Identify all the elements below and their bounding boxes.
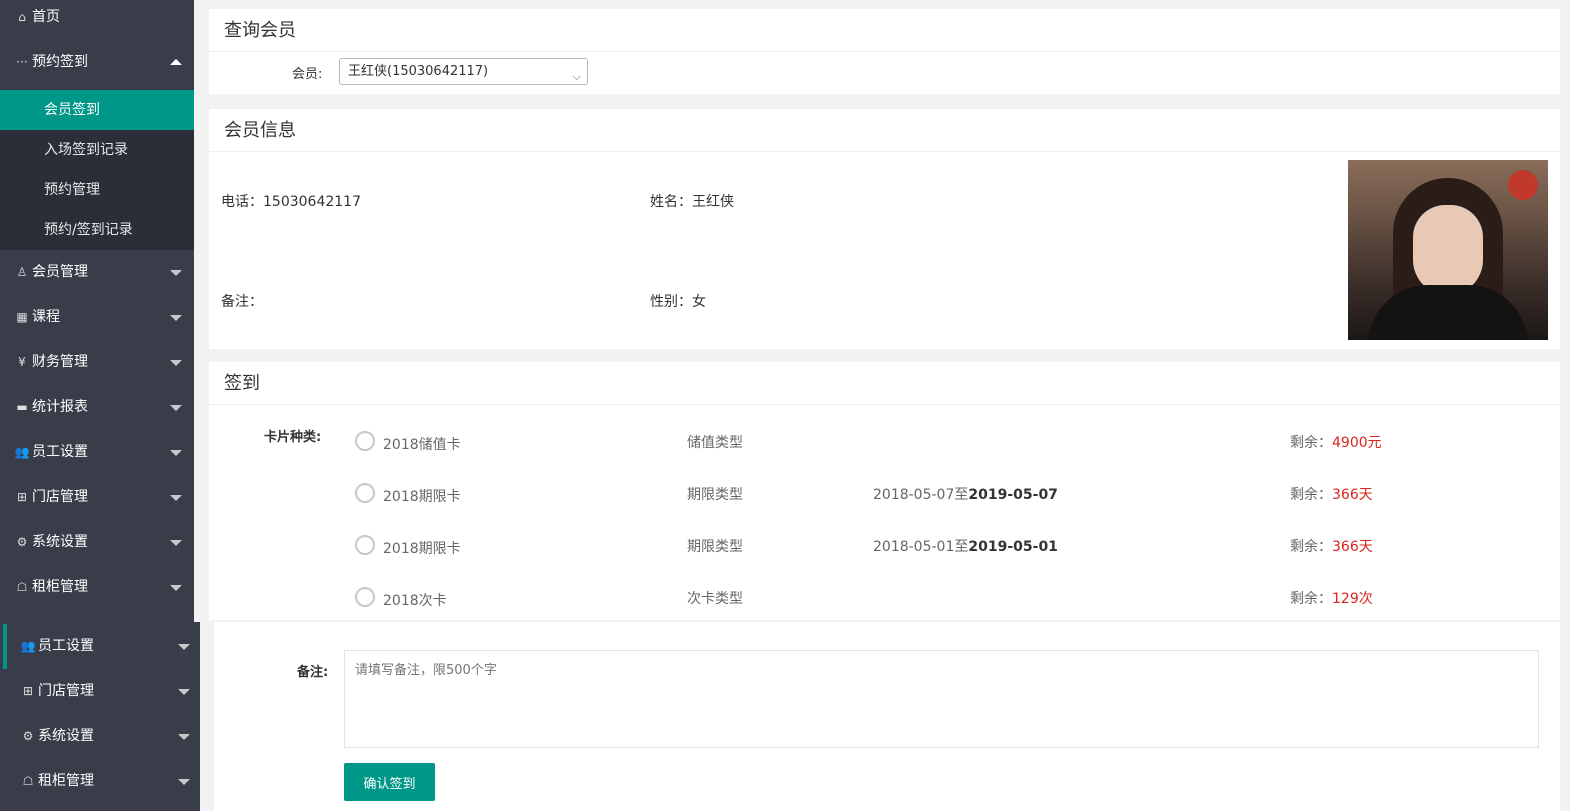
locker-icon: ☖ bbox=[16, 580, 28, 594]
chevron-down-icon bbox=[170, 315, 182, 321]
remark-textarea[interactable] bbox=[344, 650, 1539, 748]
member-phone: 电话：15030642117 bbox=[221, 194, 361, 210]
photo-lantern bbox=[1508, 170, 1538, 200]
member-select[interactable]: 王红侠(15030642117) ⌵ bbox=[339, 58, 588, 85]
sidebar-item-lockers[interactable]: ☖ 租柜管理 bbox=[0, 759, 200, 804]
card-row[interactable]: 2018期限卡 期限类型 2018-05-07至2019-05-07 剩余：36… bbox=[209, 414, 1560, 505]
sidebar-item-member-checkin[interactable]: 会员签到 bbox=[0, 90, 194, 130]
sidebar-item-booking-records[interactable]: 预约/签到记录 bbox=[0, 210, 194, 250]
card-row[interactable]: 2018储值卡 储值类型 剩余：4900元 bbox=[209, 362, 1560, 453]
yen-icon: ¥ bbox=[18, 355, 26, 369]
member-name: 姓名：王红侠 bbox=[650, 194, 734, 210]
chevron-down-icon bbox=[170, 360, 182, 366]
panel-title: 查询会员 bbox=[209, 9, 1560, 52]
sidebar-item-label: 租柜管理 bbox=[38, 773, 94, 789]
active-indicator bbox=[3, 624, 7, 669]
chevron-down-icon bbox=[178, 779, 190, 785]
chevron-down-icon: ⌵ bbox=[572, 70, 581, 83]
chevron-down-icon bbox=[170, 450, 182, 456]
home-icon: ⌂ bbox=[18, 10, 26, 24]
staff-icon: 👥 bbox=[20, 639, 36, 653]
staff-icon: 👥 bbox=[14, 445, 30, 459]
sidebar-item-label: 系统设置 bbox=[38, 728, 94, 744]
sidebar-item-label: 课程 bbox=[32, 309, 60, 325]
sidebar-submenu: 会员签到 入场签到记录 预约管理 预约/签到记录 bbox=[0, 90, 194, 250]
sidebar-item-reports[interactable]: ▬ 统计报表 bbox=[0, 385, 194, 430]
card-row[interactable]: 2018次卡 次卡类型 剩余：129次 bbox=[209, 518, 1560, 609]
user-icon: ♙ bbox=[16, 265, 28, 279]
card-name: 2018次卡 bbox=[383, 593, 447, 609]
chevron-up-icon bbox=[170, 59, 182, 65]
sidebar-item-label: 预约签到 bbox=[32, 54, 88, 70]
card-remain: 剩余：129次 bbox=[1290, 588, 1373, 608]
chevron-down-icon bbox=[170, 405, 182, 411]
panel-title: 会员信息 bbox=[209, 109, 1560, 152]
chevron-down-icon bbox=[170, 585, 182, 591]
member-remark: 备注： bbox=[221, 294, 263, 310]
chevron-down-icon bbox=[178, 644, 190, 650]
member-photo bbox=[1348, 160, 1548, 340]
sidebar-item-home[interactable]: ⌂ 首页 bbox=[0, 0, 194, 34]
remain-value: 129次 bbox=[1332, 591, 1373, 607]
member-info-panel: 会员信息 电话：15030642117 姓名：王红侠 备注： 性别：女 bbox=[209, 109, 1560, 349]
sidebar-item-staff[interactable]: 👥 员工设置 bbox=[0, 430, 194, 475]
photo-body bbox=[1368, 285, 1528, 340]
chevron-down-icon bbox=[170, 495, 182, 501]
store-icon: ⊞ bbox=[16, 490, 28, 504]
sidebar-item-lockers[interactable]: ☖ 租柜管理 bbox=[0, 565, 194, 610]
sidebar-item-booking[interactable]: 预约管理 bbox=[0, 170, 194, 210]
sidebar-item-stores[interactable]: ⊞ 门店管理 bbox=[0, 475, 194, 520]
sidebar: ⌂ 首页 ··· 预约签到 会员签到 入场签到记录 预约管理 预约/签到记录 ♙ 会员… bbox=[0, 0, 194, 622]
sidebar-item-label: 员工设置 bbox=[38, 638, 94, 654]
sidebar-item-label: 首页 bbox=[32, 9, 60, 25]
sidebar-item-label: 门店管理 bbox=[38, 683, 94, 699]
sidebar-item-label: 门店管理 bbox=[32, 489, 88, 505]
sidebar-item-finance[interactable]: ¥ 财务管理 bbox=[0, 340, 194, 385]
member-select-value: 王红侠(15030642117) bbox=[348, 64, 489, 79]
member-label: 会员: bbox=[292, 67, 323, 82]
photo-face bbox=[1413, 205, 1483, 295]
card-radio[interactable] bbox=[355, 587, 375, 607]
sidebar-item-label: 财务管理 bbox=[32, 354, 88, 370]
grid-icon: ▦ bbox=[16, 310, 28, 324]
sidebar-item-label: 统计报表 bbox=[32, 399, 88, 415]
sidebar-item-label: 员工设置 bbox=[32, 444, 88, 460]
more-icon: ··· bbox=[16, 55, 28, 69]
sidebar-item-members[interactable]: ♙ 会员管理 bbox=[0, 250, 194, 295]
chevron-down-icon bbox=[170, 540, 182, 546]
gear-icon: ⚙ bbox=[22, 729, 34, 743]
sidebar-group-checkin[interactable]: ··· 预约签到 bbox=[0, 34, 194, 90]
sidebar-item-label: 租柜管理 bbox=[32, 579, 88, 595]
sidebar-item-staff[interactable]: 👥 员工设置 bbox=[0, 624, 200, 669]
remain-label: 剩余： bbox=[1290, 591, 1332, 607]
sidebar-item-settings[interactable]: ⚙ 系统设置 bbox=[0, 520, 194, 565]
confirm-checkin-button[interactable]: 确认签到 bbox=[344, 763, 435, 801]
card-type: 次卡类型 bbox=[687, 591, 743, 607]
sidebar-item-settings[interactable]: ⚙ 系统设置 bbox=[0, 714, 200, 759]
sidebar-bottom: 👥 员工设置 ⊞ 门店管理 ⚙ 系统设置 ☖ 租柜管理 bbox=[0, 622, 200, 811]
report-icon: ▬ bbox=[16, 400, 28, 414]
sidebar-item-courses[interactable]: ▦ 课程 bbox=[0, 295, 194, 340]
sidebar-item-label: 系统设置 bbox=[32, 534, 88, 550]
chevron-down-icon bbox=[178, 689, 190, 695]
store-icon: ⊞ bbox=[22, 684, 34, 698]
locker-icon: ☖ bbox=[22, 774, 34, 788]
chevron-down-icon bbox=[170, 270, 182, 276]
chevron-down-icon bbox=[178, 734, 190, 740]
query-member-panel: 查询会员 会员: 王红侠(15030642117) ⌵ bbox=[209, 9, 1560, 94]
remark-label: 备注: bbox=[297, 665, 329, 680]
card-row[interactable]: 2018期限卡 期限类型 2018-05-01至2019-05-01 剩余：36… bbox=[209, 466, 1560, 557]
remark-section: 备注: 确认签到 bbox=[214, 622, 1560, 811]
gear-icon: ⚙ bbox=[16, 535, 28, 549]
sidebar-item-entry-records[interactable]: 入场签到记录 bbox=[0, 130, 194, 170]
sidebar-item-stores[interactable]: ⊞ 门店管理 bbox=[0, 669, 200, 714]
sidebar-item-label: 会员管理 bbox=[32, 264, 88, 280]
checkin-panel: 签到 卡片种类: 2018储值卡 储值类型 剩余：4900元 2018期限卡 期… bbox=[209, 362, 1560, 620]
member-gender: 性别：女 bbox=[650, 294, 706, 310]
